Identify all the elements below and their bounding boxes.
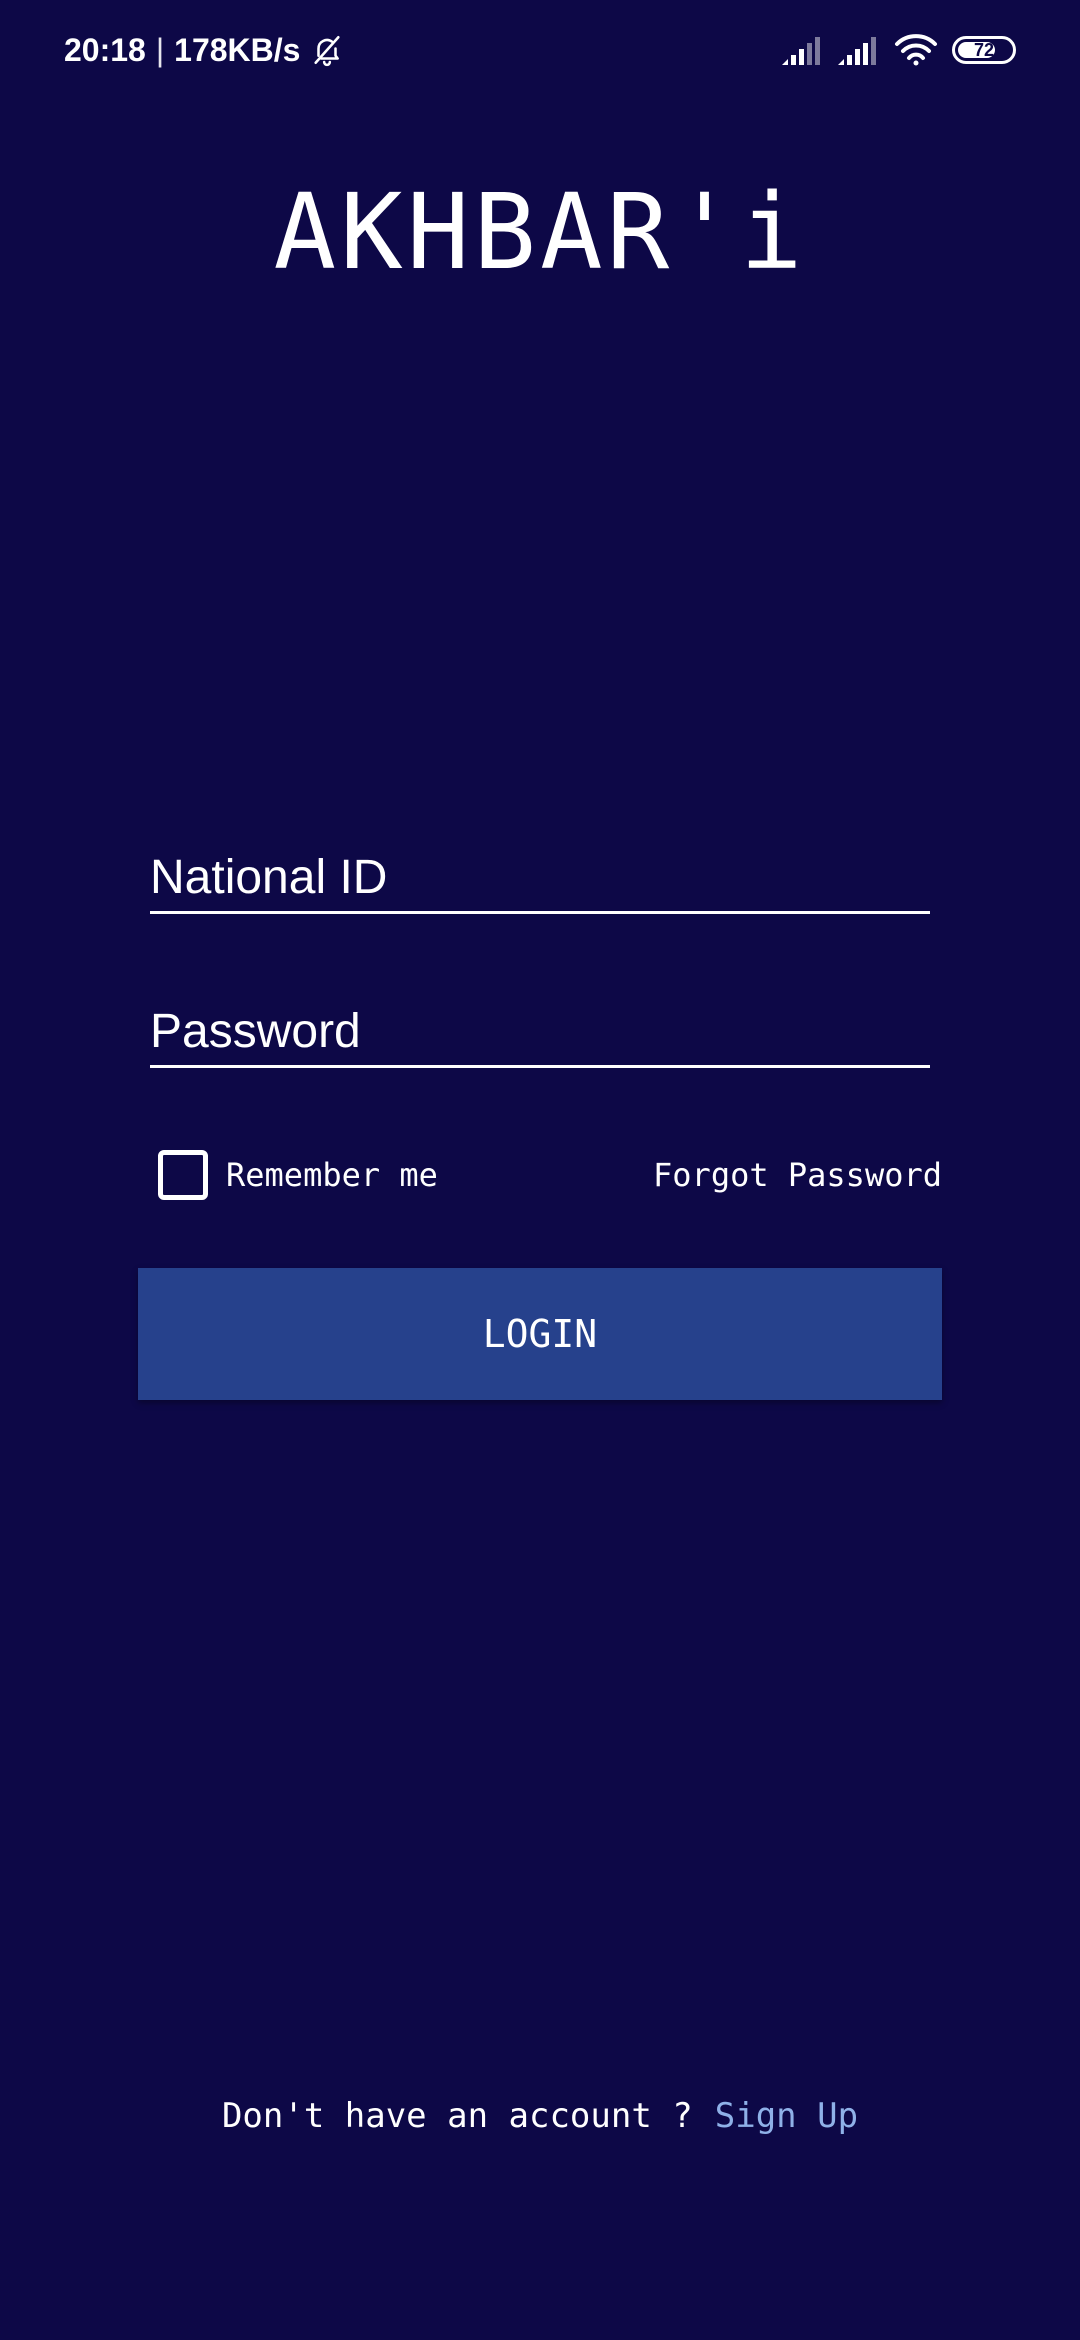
network-speed: 178KB/s <box>174 32 301 68</box>
login-options-row: Remember me Forgot Password <box>156 1148 942 1202</box>
forgot-password-link[interactable]: Forgot Password <box>653 1148 942 1202</box>
signup-link[interactable]: Sign Up <box>715 2096 858 2136</box>
battery-icon: 72 <box>952 36 1016 64</box>
status-left: 20:18 | 178KB/s <box>64 28 344 72</box>
password-input[interactable] <box>150 998 930 1065</box>
signup-prompt: Don't have an account ? <box>221 2096 693 2136</box>
cell-signal-icon <box>838 35 880 65</box>
cell-signal-icon <box>782 35 824 65</box>
battery-level: 72 <box>973 40 995 60</box>
national-id-input[interactable] <box>150 844 930 911</box>
app-title: AKHBAR'i <box>273 171 807 293</box>
clock: 20:18 <box>64 32 146 68</box>
bell-muted-icon <box>310 33 344 67</box>
wifi-icon <box>894 33 938 67</box>
status-bar: 20:18 | 178KB/s 72 <box>0 0 1080 100</box>
password-field-container <box>150 998 930 1068</box>
remember-me-checkbox[interactable] <box>158 1150 208 1200</box>
login-button[interactable]: LOGIN <box>138 1268 942 1400</box>
signup-row: Don't have an account ? Sign Up <box>0 2088 1080 2144</box>
remember-me-label[interactable]: Remember me <box>226 1148 438 1202</box>
national-id-field-container <box>150 844 930 914</box>
status-separator: | <box>155 32 165 68</box>
status-right: 72 <box>782 28 1016 72</box>
